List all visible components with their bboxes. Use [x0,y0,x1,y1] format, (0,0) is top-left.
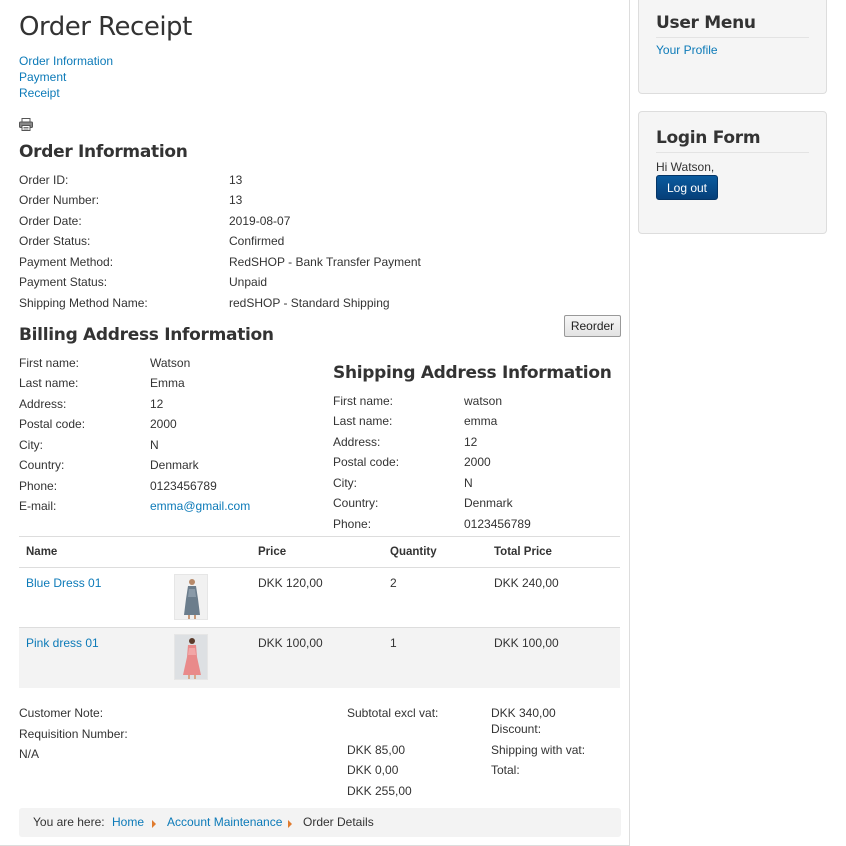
breadcrumb-separator-icon [152,820,156,828]
column-header-quantity: Quantity [390,546,437,558]
billing-city-label: City: [19,438,43,452]
payment-status-value: Unpaid [229,275,268,289]
step-payment[interactable]: Payment [19,69,113,85]
order-items-table: Name Price Quantity Total Price Blue Dre… [19,536,620,688]
billing-country-label: Country: [19,458,65,472]
total-label: Total: [491,763,520,777]
order-date-label: Order Date: [19,214,82,228]
login-form-module: Login Form Hi Watson, Log out [638,111,827,234]
shipping-address-label: Address: [333,435,381,449]
product-quantity: 2 [390,576,397,590]
customer-note-label: Customer Note: [19,706,104,720]
breadcrumb-home[interactable]: Home [112,808,144,837]
payment-status-label: Payment Status: [19,275,108,289]
product-thumbnail[interactable] [174,634,208,680]
shipping-with-vat-value: DKK 0,00 [347,763,399,777]
order-id-label: Order ID: [19,173,69,187]
billing-phone-value: 0123456789 [150,479,217,493]
discount-value: DKK 85,00 [347,743,406,757]
shipping-last-name-label: Last name: [333,414,393,428]
step-order-information[interactable]: Order Information [19,53,113,69]
shipping-method-value: redSHOP - Standard Shipping [229,296,390,310]
login-greeting: Hi Watson, [656,160,715,174]
shipping-address-value: 12 [464,435,478,449]
payment-method-label: Payment Method: [19,255,114,269]
column-header-price: Price [258,546,287,558]
requisition-number-label: Requisition Number: [19,727,128,741]
user-menu-title: User Menu [656,13,756,33]
billing-postal-code-value: 2000 [150,417,177,431]
billing-email-label: E-mail: [19,499,57,513]
billing-address-value: 12 [150,397,164,411]
shipping-city-label: City: [333,476,357,490]
total-value: DKK 255,00 [347,784,412,798]
order-id-value: 13 [229,173,243,187]
order-status-value: Confirmed [229,234,285,248]
login-form-divider [656,152,809,153]
print-icon[interactable] [19,118,33,131]
user-menu-divider [656,37,809,38]
payment-method-value: RedSHOP - Bank Transfer Payment [229,255,421,269]
logout-button[interactable]: Log out [656,175,718,200]
step-receipt[interactable]: Receipt [19,85,113,101]
product-price: DKK 100,00 [258,636,323,650]
billing-email-link[interactable]: emma@gmail.com [150,496,250,517]
shipping-method-label: Shipping Method Name: [19,296,148,310]
shipping-city-value: N [464,476,473,490]
breadcrumb: You are here: Home Account Maintenance O… [19,808,621,837]
breadcrumb-prefix: You are here: [33,815,105,829]
billing-first-name-label: First name: [19,356,80,370]
shipping-country-value: Denmark [464,496,513,510]
billing-phone-label: Phone: [19,479,58,493]
shipping-with-vat-label: Shipping with vat: [491,743,586,757]
main-content: Order Receipt Order Information Payment … [0,0,630,846]
shipping-last-name-value: emma [464,414,498,428]
column-header-name: Name [26,546,58,558]
table-header: Name Price Quantity Total Price [19,536,620,568]
page-title: Order Receipt [19,12,192,42]
breadcrumb-separator-icon [288,820,292,828]
reorder-button[interactable]: Reorder [564,315,621,337]
product-total: DKK 100,00 [494,636,559,650]
billing-last-name-label: Last name: [19,376,79,390]
requisition-number-value: N/A [19,747,40,761]
billing-heading: Billing Address Information [19,325,274,345]
billing-last-name-value: Emma [150,376,185,390]
billing-address-label: Address: [19,397,67,411]
login-form-title: Login Form [656,128,761,148]
shipping-country-label: Country: [333,496,379,510]
product-total: DKK 240,00 [494,576,559,590]
billing-postal-code-label: Postal code: [19,417,86,431]
shipping-first-name-value: watson [464,394,503,408]
order-number-label: Order Number: [19,193,100,207]
breadcrumb-current: Order Details [303,815,374,829]
your-profile-link[interactable]: Your Profile [656,42,718,58]
checkout-steps: Order Information Payment Receipt [19,53,113,101]
product-link-pink-dress[interactable]: Pink dress 01 [26,636,99,650]
subtotal-label: Subtotal excl vat: [347,706,439,720]
shipping-postal-code-label: Postal code: [333,455,400,469]
column-header-total: Total Price [494,546,552,558]
product-link-blue-dress[interactable]: Blue Dress 01 [26,576,101,590]
shipping-postal-code-value: 2000 [464,455,491,469]
product-thumbnail[interactable] [174,574,208,620]
breadcrumb-account-maintenance[interactable]: Account Maintenance [167,808,282,837]
billing-country-value: Denmark [150,458,199,472]
order-number-value: 13 [229,193,243,207]
product-price: DKK 120,00 [258,576,323,590]
shipping-first-name-label: First name: [333,394,394,408]
billing-first-name-value: Watson [150,356,191,370]
order-date-value: 2019-08-07 [229,214,291,228]
billing-city-value: N [150,438,159,452]
shipping-phone-label: Phone: [333,517,372,531]
product-quantity: 1 [390,636,397,650]
table-row: Pink dress 01 DKK 100,00 1 DKK 100,00 [19,628,620,688]
order-information-heading: Order Information [19,142,188,162]
shipping-phone-value: 0123456789 [464,517,531,531]
shipping-heading: Shipping Address Information [333,363,612,383]
table-row: Blue Dress 01 DKK 120,00 2 DKK 240,00 [19,568,620,628]
order-status-label: Order Status: [19,234,91,248]
user-menu-module: User Menu Your Profile [638,0,827,94]
discount-label: Discount: [491,722,542,736]
